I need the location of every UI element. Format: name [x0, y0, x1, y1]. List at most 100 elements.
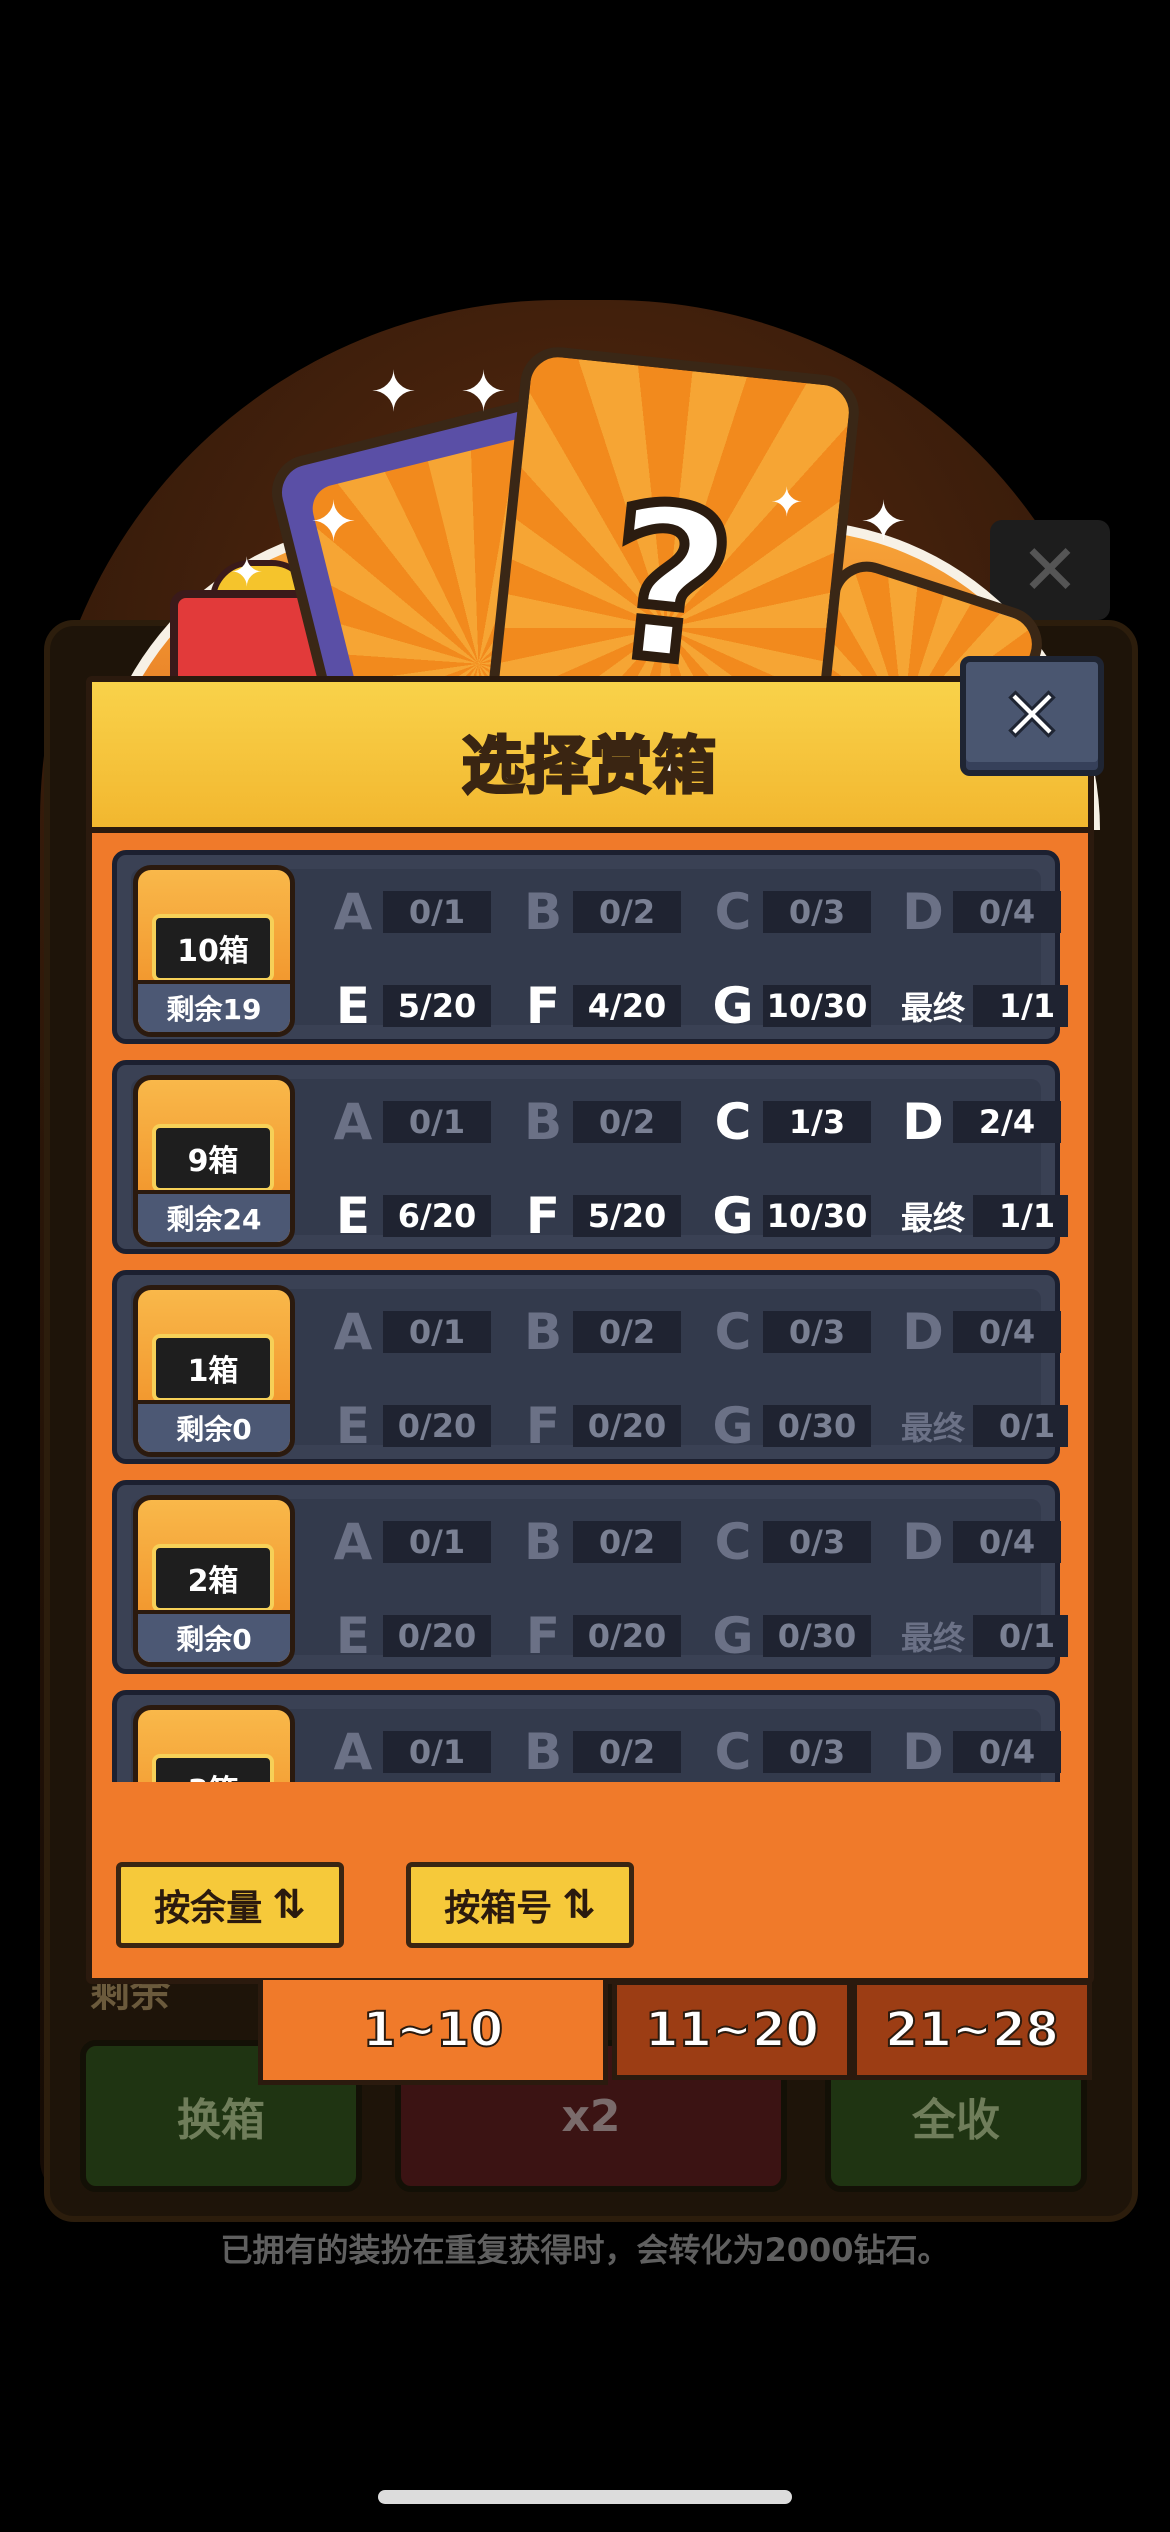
select-box-modal: 选择赏箱 10箱 剩余19 A 0/1 B 0/2 C 0/3 D 0/4 E 5/20 F 4/20 G 1… [86, 676, 1094, 1984]
prize-tier-label: A [333, 1723, 373, 1781]
prize-tier-count: 0/20 [383, 1615, 491, 1657]
prize-tier-slot: C 0/3 [705, 1303, 871, 1361]
sparkle-icon: ✦ [460, 360, 507, 425]
prize-tier-count: 0/4 [953, 1731, 1061, 1773]
prize-tier-count: 0/1 [973, 1405, 1068, 1447]
prize-tier-count: 0/1 [383, 1311, 491, 1353]
sort-by-box-number-button[interactable]: 按箱号 ⇅ [406, 1862, 634, 1948]
box-row[interactable]: 3箱剩余0A0/1B0/2C0/3D0/4E0/20F0/20G0/30最终0/… [112, 1690, 1061, 1782]
tab-range-21-28[interactable]: 21~28 [852, 1980, 1092, 2080]
prize-tier-label: E [335, 1187, 371, 1245]
prize-tier-label: F [525, 1607, 561, 1665]
prize-tier-label: D [902, 883, 944, 941]
prize-tier-label: F [525, 1187, 561, 1245]
box-row[interactable]: 9箱 剩余24 A 0/1 B 0/2 C 1/3 D 2/4 E 6/20 F 5/20 G 10/30 最终… [112, 1060, 1068, 1254]
prize-tier-count: 0/1 [383, 1101, 491, 1143]
prize-tier-slot: D 0/4 [895, 1303, 1061, 1361]
prize-tier-label: G [712, 1607, 754, 1665]
prize-tier-slot: A 0/1 [325, 1723, 491, 1781]
box-number: 2箱 [152, 1544, 274, 1612]
prize-tier-slot: F 0/20 [515, 1397, 681, 1455]
modal-header: 选择赏箱 [92, 682, 1088, 833]
prize-tier-count: 6/20 [383, 1195, 491, 1237]
prize-tier-slot: 最终 0/1 [895, 1607, 1068, 1665]
prize-tier-slot: 最终 1/1 [895, 977, 1068, 1035]
prize-tier-label: E [335, 1397, 371, 1455]
prize-tier-count: 10/30 [763, 1195, 871, 1237]
prize-tier-slot: E 0/20 [325, 1607, 491, 1665]
prize-tier-slot: F 4/20 [515, 977, 681, 1035]
prize-tier-slot: B 0/2 [515, 1513, 681, 1571]
prize-tier-label: E [335, 977, 371, 1035]
prize-tier-count: 0/1 [383, 1731, 491, 1773]
prize-tier-count: 1/3 [763, 1101, 871, 1143]
prize-tier-count: 0/3 [763, 1731, 871, 1773]
prize-tier-count: 0/4 [953, 1521, 1061, 1563]
sort-by-remaining-button[interactable]: 按余量 ⇅ [116, 1862, 344, 1948]
prize-tier-slot: C 1/3 [705, 1093, 871, 1151]
prize-tier-label: 最终 [900, 1619, 965, 1657]
prize-tier-label: A [333, 1093, 373, 1151]
box-number: 9箱 [152, 1124, 274, 1192]
prize-tier-label: C [714, 1303, 752, 1361]
prize-tier-label: C [714, 1723, 752, 1781]
prize-tier-count: 0/30 [763, 1615, 871, 1657]
prize-tier-slot: C 0/3 [705, 883, 871, 941]
tab-range-1-10[interactable]: 1~10 [258, 1980, 608, 2085]
prize-tier-count: 0/4 [953, 891, 1061, 933]
prize-tier-slot: E 5/20 [325, 977, 491, 1035]
prize-tier-slot: D 2/4 [895, 1093, 1061, 1151]
prize-tier-slot: A 0/1 [325, 1303, 491, 1361]
background-open-multiplier: x2 [561, 2090, 621, 2142]
prize-tier-count: 0/1 [383, 891, 491, 933]
prize-tier-label: B [523, 1303, 563, 1361]
sort-by-box-number-label: 按箱号 [444, 1888, 553, 1929]
prize-tier-slot: C 0/3 [705, 1513, 871, 1571]
prize-tier-label: A [333, 1513, 373, 1571]
prize-tier-slot: D 0/4 [895, 1723, 1061, 1781]
prize-tier-count: 5/20 [383, 985, 491, 1027]
prize-tier-count: 0/1 [383, 1521, 491, 1563]
sparkle-icon: ✦ [310, 490, 357, 555]
prize-tier-count: 0/30 [763, 1405, 871, 1447]
box-row[interactable]: 1箱 剩余0 A 0/1 B 0/2 C 0/3 D 0/4 E 0/20 F 0/20 G 0/30 最终 0/… [112, 1270, 1068, 1464]
prize-tier-slot: A 0/1 [325, 1093, 491, 1151]
prize-tier-slot: B 0/2 [515, 1303, 681, 1361]
tab-range-11-20[interactable]: 11~20 [612, 1980, 852, 2080]
prize-tier-count: 0/1 [973, 1615, 1068, 1657]
sparkle-icon: ✦ [860, 490, 907, 555]
sort-by-remaining-label: 按余量 [154, 1888, 263, 1929]
box-number: 1箱 [152, 1334, 274, 1402]
box-badge: 1箱 剩余0 [133, 1285, 295, 1457]
prize-tier-slot: F 0/20 [515, 1607, 681, 1665]
prize-tier-count: 0/2 [573, 1731, 681, 1773]
prize-tier-count: 0/2 [573, 1101, 681, 1143]
box-remaining: 剩余24 [138, 1190, 290, 1242]
prize-tier-label: C [714, 1093, 752, 1151]
close-button[interactable]: ✕ [960, 656, 1104, 776]
prize-tier-count: 5/20 [573, 1195, 681, 1237]
close-icon: ✕ [999, 673, 1064, 759]
box-row[interactable]: 10箱 剩余19 A 0/1 B 0/2 C 0/3 D 0/4 E 5/20 F 4/20 G 10/30 最… [112, 850, 1068, 1044]
prize-tier-label: A [333, 1303, 373, 1361]
prize-tier-count: 0/4 [953, 1311, 1061, 1353]
prize-tier-slot: G 10/30 [705, 977, 871, 1035]
prize-tier-label: E [335, 1607, 371, 1665]
box-badge: 3箱剩余0 [133, 1705, 295, 1782]
box-remaining: 剩余0 [138, 1610, 290, 1662]
box-list[interactable]: 10箱 剩余19 A 0/1 B 0/2 C 0/3 D 0/4 E 5/20 F 4/20 G 10/30 最… [112, 850, 1068, 1782]
prize-tier-count: 0/20 [383, 1405, 491, 1447]
prize-tier-slot: C 0/3 [705, 1723, 871, 1781]
box-remaining: 剩余19 [138, 980, 290, 1032]
prize-tier-slot: B 0/2 [515, 1093, 681, 1151]
prize-tier-label: 最终 [900, 1199, 965, 1237]
prize-tier-count: 0/20 [573, 1615, 681, 1657]
mystery-box-artwork: ? ✦ ✦ ✦ ✦ ✦ ✦ [0, 0, 1170, 873]
box-row[interactable]: 2箱 剩余0 A 0/1 B 0/2 C 0/3 D 0/4 E 0/20 F 0/20 G 0/30 最终 0/… [112, 1480, 1068, 1674]
prize-tier-count: 0/2 [573, 891, 681, 933]
prize-tier-label: F [525, 1397, 561, 1455]
prize-tier-label: A [333, 883, 373, 941]
prize-tier-slot: E 0/20 [325, 1397, 491, 1455]
prize-tier-count: 1/1 [973, 985, 1068, 1027]
prize-tier-label: C [714, 1513, 752, 1571]
